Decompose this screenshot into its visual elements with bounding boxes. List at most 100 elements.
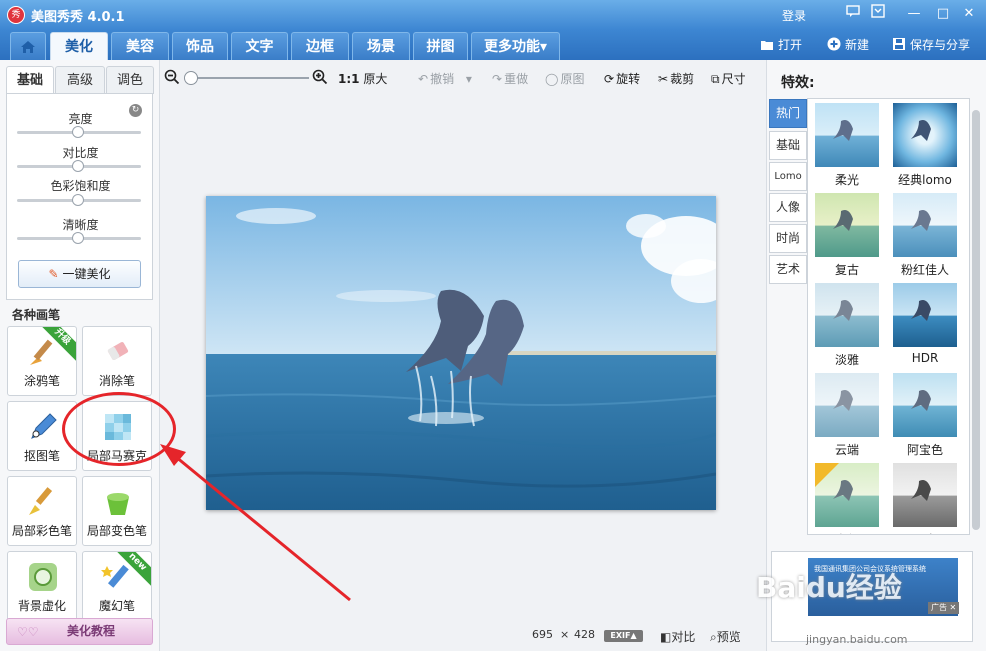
brush-doodle[interactable]: 升级 涂鸦笔 xyxy=(7,326,77,396)
footprint-icon: ♡♡ xyxy=(17,625,39,639)
original-image-label: 原图 xyxy=(560,72,585,86)
effect-elegant[interactable]: 淡雅 xyxy=(812,283,882,368)
skin-icon[interactable] xyxy=(868,4,888,24)
undo-icon: ↶ xyxy=(418,72,429,86)
open-label: 打开 xyxy=(778,38,803,52)
tab-border[interactable]: 边框 xyxy=(291,32,349,60)
canvas-area xyxy=(160,94,766,651)
redo-button[interactable]: ↷ 重做 xyxy=(492,70,528,88)
effect-soft-light[interactable]: 柔光 xyxy=(812,103,882,188)
photo-dolphins[interactable] xyxy=(206,196,716,510)
category-art[interactable]: 艺术 xyxy=(769,255,807,284)
main-area: 基础 高级 调色 ↻ 亮度 对比度 色彩饱和度 清晰度 ✎ 一键美化 各种画笔 … xyxy=(0,60,986,651)
ad-close-icon[interactable]: ✕ xyxy=(950,603,957,612)
close-button[interactable]: ✕ xyxy=(959,4,979,24)
preview-button[interactable]: ⌕预览 xyxy=(710,628,741,645)
cutout-pen-icon xyxy=(31,413,57,439)
tab-beautify[interactable]: 美化 xyxy=(50,32,108,60)
crop-button[interactable]: ✂ 裁剪 xyxy=(658,70,694,88)
category-lomo[interactable]: Lomo xyxy=(769,162,807,191)
effect-classic-lomo[interactable]: 经典lomo xyxy=(890,103,960,188)
redo-label: 重做 xyxy=(504,72,529,86)
effect-hdr[interactable]: HDR xyxy=(890,283,960,365)
effect-pink-lady[interactable]: 粉红佳人 xyxy=(890,193,960,278)
zoom-slider[interactable] xyxy=(186,77,309,79)
exif-button[interactable]: EXIF▲ xyxy=(604,630,643,642)
app-logo-icon: 秀 xyxy=(7,6,25,24)
save-icon xyxy=(892,37,906,51)
crop-label: 裁剪 xyxy=(670,72,695,86)
annotation-circle xyxy=(62,392,176,466)
category-hot[interactable]: 热门 xyxy=(769,99,807,128)
maximize-button[interactable]: □ xyxy=(933,4,953,24)
new-button[interactable]: 新建 xyxy=(827,35,869,55)
tab-accessories[interactable]: 饰品 xyxy=(172,32,228,60)
rotate-label: 旋转 xyxy=(616,72,641,86)
right-panel: 特效: 热门 基础 Lomo 人像 时尚 艺术 柔光 经典lomo 复古 粉红佳… xyxy=(766,60,986,651)
resize-button[interactable]: ⧉ 尺寸 xyxy=(711,70,746,88)
saturation-knob[interactable] xyxy=(72,194,84,206)
home-button[interactable] xyxy=(10,32,46,60)
compare-label: 对比 xyxy=(671,630,696,644)
minimize-button[interactable]: — xyxy=(904,4,924,24)
one-click-beautify-label: 一键美化 xyxy=(62,267,111,281)
original-image-button[interactable]: ◯ 原图 xyxy=(545,70,584,88)
resize-label: 尺寸 xyxy=(721,72,746,86)
login-link[interactable]: 登录 xyxy=(782,7,806,24)
adjust-box: ↻ 亮度 对比度 色彩饱和度 清晰度 ✎ 一键美化 xyxy=(6,93,153,300)
chat-icon[interactable] xyxy=(843,4,863,24)
status-bar: 695 × 428 EXIF▲ ◧对比 ⌕预览 xyxy=(160,620,766,651)
effect-retro[interactable]: 复古 xyxy=(812,193,882,278)
undo-dropdown-icon[interactable]: ▾ xyxy=(466,72,472,86)
category-basic[interactable]: 基础 xyxy=(769,131,807,160)
tab-text[interactable]: 文字 xyxy=(231,32,288,60)
magic-wand-icon: ✎ xyxy=(48,267,59,281)
undo-button[interactable]: ↶ 撤销 ▾ xyxy=(418,70,472,88)
brush-local-color[interactable]: 局部彩色笔 xyxy=(7,476,77,546)
paint-bucket-icon xyxy=(107,493,129,515)
original-size-label: 原大 xyxy=(363,72,388,86)
brush-background-blur[interactable]: 背景虚化 xyxy=(7,551,77,621)
saturation-label: 色彩饱和度 xyxy=(50,179,111,193)
effect-thumbnail xyxy=(893,103,957,167)
effect-label: 粉红佳人 xyxy=(900,263,949,277)
brush-eraser[interactable]: 消除笔 xyxy=(82,326,152,396)
sharpness-knob[interactable] xyxy=(72,232,84,244)
tab-scene[interactable]: 场景 xyxy=(352,32,410,60)
effect-black-white[interactable]: 黑白 xyxy=(890,463,960,534)
category-portrait[interactable]: 人像 xyxy=(769,193,807,222)
tab-collage[interactable]: 拼图 xyxy=(413,32,468,60)
preview-label: 预览 xyxy=(716,630,741,644)
rotate-button[interactable]: ⟳ 旋转 xyxy=(604,70,640,88)
effect-cloud[interactable]: 云端 xyxy=(812,373,882,458)
tab-beauty[interactable]: 美容 xyxy=(111,32,169,60)
effects-scrollbar[interactable] xyxy=(972,110,980,530)
effect-natural[interactable]: 自然 xyxy=(812,463,882,534)
brush-magic[interactable]: new 魔幻笔 xyxy=(82,551,152,621)
times-sign: × xyxy=(560,628,570,641)
save-share-button[interactable]: 保存与分享 xyxy=(892,35,970,55)
one-click-beautify-button[interactable]: ✎ 一键美化 xyxy=(18,260,141,288)
compare-button[interactable]: ◧对比 xyxy=(660,628,695,645)
left-panel: 基础 高级 调色 ↻ 亮度 对比度 色彩饱和度 清晰度 ✎ 一键美化 各种画笔 … xyxy=(0,60,160,651)
brightness-knob[interactable] xyxy=(72,126,84,138)
title-bar: 秀 美图秀秀 4.0.1 登录 — □ ✕ xyxy=(0,0,986,30)
original-size-button[interactable]: 1:1 原大 xyxy=(338,70,387,88)
tutorial-button[interactable]: ♡♡ 美化教程 xyxy=(6,618,153,645)
contrast-knob[interactable] xyxy=(72,160,84,172)
zoom-in-icon[interactable] xyxy=(312,69,328,87)
effect-thumbnail xyxy=(815,463,879,527)
brush-local-recolor[interactable]: 局部变色笔 xyxy=(82,476,152,546)
category-fashion[interactable]: 时尚 xyxy=(769,224,807,253)
chevron-down-icon: ▾ xyxy=(539,39,548,55)
effect-label: 淡雅 xyxy=(834,353,859,367)
brush-label: 抠图笔 xyxy=(23,449,60,463)
subtab-basic[interactable]: 基础 xyxy=(6,66,54,94)
tab-more-features[interactable]: 更多功能▾ xyxy=(471,32,560,60)
subtab-color[interactable]: 调色 xyxy=(106,66,154,94)
subtab-advanced[interactable]: 高级 xyxy=(55,66,105,94)
zoom-out-icon[interactable] xyxy=(164,69,180,87)
effect-abao[interactable]: 阿宝色 xyxy=(890,373,960,458)
open-button[interactable]: 打开 xyxy=(760,35,802,55)
zoom-knob[interactable] xyxy=(184,71,198,85)
